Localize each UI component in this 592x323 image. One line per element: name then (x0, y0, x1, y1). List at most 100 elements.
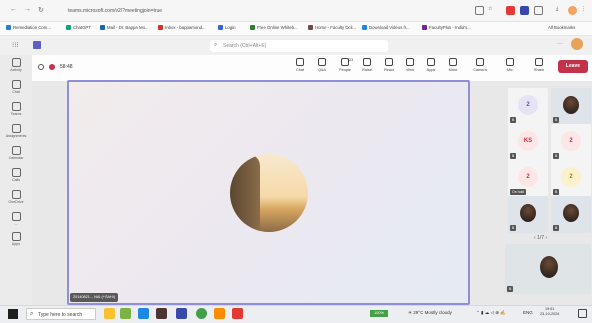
clock[interactable]: 19:51 23-10-2024 (540, 307, 559, 317)
leave-label: Leave (565, 63, 581, 69)
pager-next-icon[interactable]: › (544, 235, 547, 241)
search-input[interactable]: ⌕ Search (Ctrl+Alt+E) (210, 40, 388, 52)
participant-tile[interactable]: KS B (508, 124, 548, 161)
rail-item-[interactable]: ... (0, 211, 32, 233)
weather-widget[interactable]: ☀ 29°C Mostly cloudy (408, 310, 452, 316)
rail-item-calls[interactable]: Calls (0, 167, 32, 189)
participant-avatar: 2 (518, 95, 538, 115)
bookmark-item[interactable]: FacultyPlus - India's... (422, 25, 471, 30)
rail-item-assignments[interactable]: Assignments (0, 123, 32, 145)
participant-tile[interactable]: 2B (508, 88, 548, 125)
toolbar-mic-button[interactable]: Mic (500, 58, 520, 72)
back-icon[interactable]: ← (10, 6, 17, 13)
participant-photo (563, 96, 579, 114)
participant-avatar: 2 (518, 167, 538, 187)
app-launcher-icon[interactable]: ⁝⁝⁝ (12, 41, 19, 49)
rail-item-teams[interactable]: Teams (0, 101, 32, 123)
bookmark-item[interactable]: Home - Faculty Dcli... (308, 25, 356, 30)
toolbar-chat-button[interactable]: Chat (290, 58, 310, 72)
browser-toolbar: ← → ↻ teams.microsoft.com/v2/?meetingjoi… (0, 0, 592, 22)
bookmark-item[interactable]: Login (218, 25, 236, 30)
pager-text: 1/7 (537, 235, 545, 241)
rail-label: Teams (10, 112, 22, 116)
taskbar-app-icon[interactable] (120, 308, 131, 319)
participant-tile[interactable]: B (508, 196, 548, 233)
language-indicator[interactable]: ENG (523, 310, 533, 315)
toolbar-more-button[interactable]: More (443, 58, 463, 72)
bookmark-favicon-icon (6, 25, 11, 30)
video-name-label: 20140821... NAI (+SAHI) (70, 293, 119, 302)
toolbar-share-button[interactable]: Share (529, 58, 549, 72)
meeting-timer: 58:48 (60, 64, 73, 70)
toolbar-camera-button[interactable]: Camera (470, 58, 490, 72)
participant-pager[interactable]: ‹ 1/7 › (534, 235, 547, 241)
windows-start-icon[interactable] (8, 309, 18, 319)
taskbar-app-icon[interactable] (176, 308, 187, 319)
install-app-icon[interactable] (475, 6, 484, 15)
participant-tile[interactable]: 2B (551, 160, 591, 197)
forward-icon[interactable]: → (24, 6, 31, 13)
self-video-tile[interactable]: B (505, 244, 591, 294)
taskbar-app-icon[interactable] (104, 308, 115, 319)
bookmark-item[interactable]: Inbox - bappamond... (158, 25, 206, 30)
search-icon: ⌕ (30, 311, 34, 317)
recording-icon (49, 64, 55, 70)
participant-tile[interactable]: B (551, 88, 591, 125)
all-bookmarks[interactable]: All Bookmarks (548, 25, 575, 30)
participant-name: B (507, 286, 514, 292)
extension-icon[interactable] (506, 6, 515, 15)
taskbar-app-icon[interactable] (232, 308, 243, 319)
star-icon[interactable]: ☆ (488, 6, 497, 15)
bookmark-item[interactable]: Mail - Dr. Bappa Mo... (100, 25, 149, 30)
toolbar-people-button[interactable]: 23 People (335, 58, 355, 72)
participant-name: B (553, 117, 560, 123)
rail-item-onedrive[interactable]: OneDrive (0, 189, 32, 211)
bookmark-favicon-icon (308, 25, 313, 30)
tray-icons[interactable]: ⌃ ▮ ☁ ◁ ⊕ ✍ (476, 310, 506, 316)
participant-tile[interactable]: B (551, 196, 591, 233)
teams-logo-icon (33, 41, 41, 49)
extension-icon[interactable] (520, 6, 529, 15)
toolbar-label: Apps (426, 68, 436, 72)
taskbar-search-input[interactable]: ⌕ Type here to search (26, 308, 96, 320)
participant-name: B (553, 153, 560, 159)
profile-avatar[interactable] (568, 6, 577, 15)
toolbar-apps-button[interactable]: Apps (421, 58, 441, 72)
meeting-toolbar: 58:48 Chat Q&A 23 People Raise React View Apps M… (32, 55, 592, 81)
rail-label: OneDrive (8, 200, 24, 204)
participant-tile[interactable]: 2 On hold (508, 160, 548, 197)
bookmark-item[interactable]: Free Online Whiteb... (250, 25, 298, 30)
bookmark-label: Mail - Dr. Bappa Mo... (107, 25, 149, 30)
toolbar-react-button[interactable]: React (379, 58, 399, 72)
rail-item-activity[interactable]: Activity (0, 57, 32, 79)
puzzle-icon[interactable] (534, 6, 543, 15)
participant-name: B (553, 189, 560, 195)
toolbar-label: Share (533, 68, 545, 72)
more-icon[interactable]: ··· (557, 41, 563, 47)
toolbar-qa-button[interactable]: Q&A (312, 58, 332, 72)
chrome-icon[interactable] (196, 308, 207, 319)
toolbar-label: More (448, 68, 458, 72)
leave-button[interactable]: Leave (558, 60, 588, 73)
rail-item-chat[interactable]: Chat (0, 79, 32, 101)
reload-icon[interactable]: ↻ (38, 6, 44, 14)
taskbar-app-icon[interactable] (214, 308, 225, 319)
menu-icon[interactable]: ⋮ (581, 6, 590, 15)
address-bar[interactable]: teams.microsoft.com/v2/?meetingjoin=true (58, 5, 498, 17)
participant-avatar: KS (518, 131, 538, 151)
battery-indicator[interactable]: 100% (370, 310, 388, 317)
rail-item-calendar[interactable]: Calendar (0, 145, 32, 167)
bookmark-item[interactable]: ChatGPT (66, 25, 91, 30)
toolbar-raise-button[interactable]: Raise (357, 58, 377, 72)
toolbar-view-button[interactable]: View (400, 58, 420, 72)
participant-tile[interactable]: 2B (551, 124, 591, 161)
avatar[interactable] (571, 38, 583, 50)
taskbar-app-icon[interactable] (138, 308, 149, 319)
bookmark-item[interactable]: Remediation Com... (6, 25, 51, 30)
bookmark-item[interactable]: Download Videos fr... (362, 25, 410, 30)
bookmark-label: Inbox - bappamond... (165, 25, 206, 30)
notifications-icon[interactable] (578, 309, 587, 318)
download-icon[interactable]: ⤓ (556, 6, 565, 15)
rail-item-apps[interactable]: Apps (0, 231, 32, 253)
taskbar-app-icon[interactable] (156, 308, 167, 319)
